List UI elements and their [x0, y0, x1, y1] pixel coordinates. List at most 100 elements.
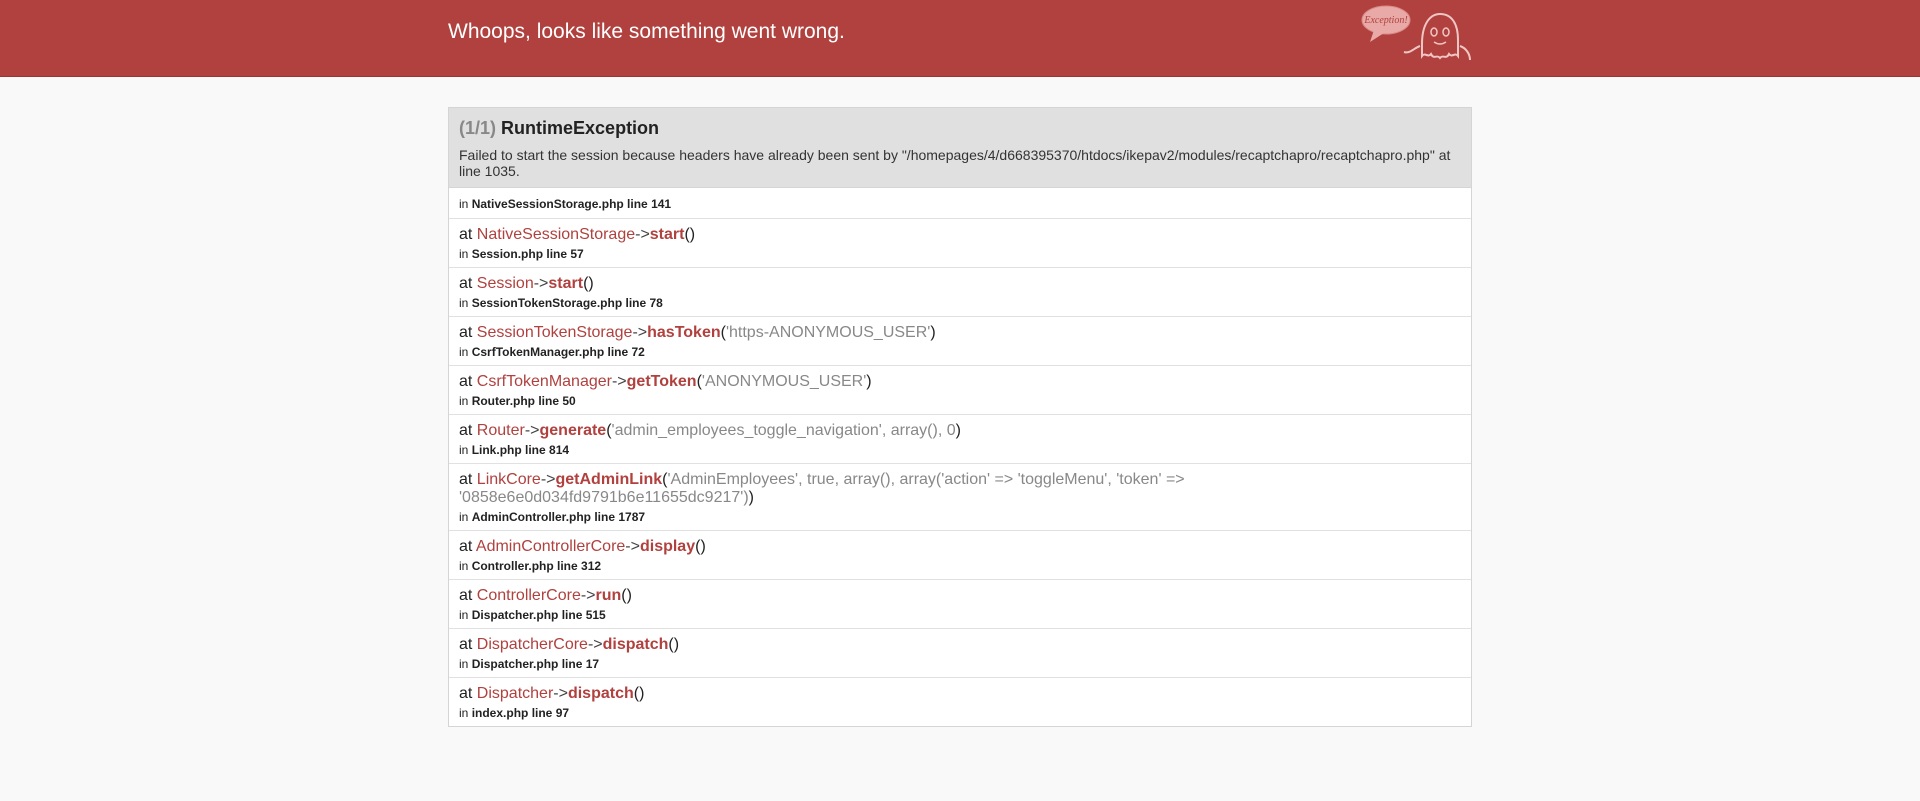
method-name: dispatch — [567, 685, 634, 702]
trace-location: in AdminController.php line 1787 — [459, 510, 1461, 524]
method-name: dispatch — [602, 636, 669, 653]
file-line: Dispatcher.php line 17 — [471, 657, 600, 671]
trace-origin-location: in NativeSessionStorage.php line 141 — [459, 197, 1461, 211]
file-line: Controller.php line 312 — [471, 559, 602, 573]
trace-frame: at CsrfTokenManager->getToken('ANONYMOUS… — [449, 366, 1471, 415]
at-label: at — [459, 275, 473, 292]
class-name: Dispatcher — [476, 685, 554, 702]
call-args: 'https-ANONYMOUS_USER' — [725, 324, 931, 341]
call-args: 'ANONYMOUS_USER' — [701, 373, 867, 390]
logo-bubble-text: Exception! — [1363, 15, 1407, 26]
method-name: run — [595, 587, 622, 604]
stack-trace: at NativeSessionStorage->start() in Sessi… — [449, 219, 1471, 726]
at-label: at — [459, 685, 473, 702]
file-line: SessionTokenStorage.php line 78 — [471, 296, 663, 310]
at-label: at — [459, 226, 473, 243]
exception-title: (1/1) RuntimeException — [459, 118, 1461, 139]
method-name: getToken — [626, 373, 697, 390]
class-name: ControllerCore — [476, 587, 581, 604]
call-arrow: -> — [632, 324, 648, 341]
method-name: hasToken — [647, 324, 721, 341]
args-close: ) — [748, 489, 754, 506]
trace-call: at NativeSessionStorage->start() — [459, 226, 1461, 244]
at-label: at — [459, 373, 473, 390]
method-name: getAdminLink — [555, 471, 663, 488]
file-line: CsrfTokenManager.php line 72 — [471, 345, 645, 359]
args-close: ) — [639, 685, 645, 702]
in-label: in — [459, 657, 469, 671]
trace-call: at Router->generate('admin_employees_tog… — [459, 422, 1461, 440]
class-name: SessionTokenStorage — [476, 324, 633, 341]
args-close: ) — [930, 324, 936, 341]
trace-frame: at AdminControllerCore->display() in Cont… — [449, 531, 1471, 580]
file-line: Dispatcher.php line 515 — [471, 608, 606, 622]
trace-call: at ControllerCore->run() — [459, 587, 1461, 605]
trace-location: in Dispatcher.php line 515 — [459, 608, 1461, 622]
file-line: Link.php line 814 — [471, 443, 570, 457]
in-label: in — [459, 296, 469, 310]
method-name: start — [548, 275, 584, 292]
class-name: NativeSessionStorage — [476, 226, 636, 243]
trace-location: in Controller.php line 312 — [459, 559, 1461, 573]
file-line: Session.php line 57 — [471, 247, 584, 261]
call-arrow: -> — [540, 471, 556, 488]
exception-message: Failed to start the session because head… — [459, 147, 1451, 179]
trace-location: in Session.php line 57 — [459, 247, 1461, 261]
trace-frame: at Session->start() in SessionTokenStorag… — [449, 268, 1471, 317]
args-close: ) — [626, 587, 632, 604]
trace-frame: at LinkCore->getAdminLink('AdminEmployee… — [449, 464, 1471, 531]
trace-frame: at NativeSessionStorage->start() in Sessi… — [449, 219, 1471, 268]
trace-frame: at SessionTokenStorage->hasToken('https-… — [449, 317, 1471, 366]
in-label: in — [459, 197, 469, 211]
args-close: ) — [588, 275, 594, 292]
method-name: display — [639, 538, 696, 555]
in-label: in — [459, 559, 469, 573]
trace-location: in SessionTokenStorage.php line 78 — [459, 296, 1461, 310]
call-arrow: -> — [611, 373, 627, 390]
trace-location: in Dispatcher.php line 17 — [459, 657, 1461, 671]
in-label: in — [459, 510, 469, 524]
call-arrow: -> — [625, 538, 640, 555]
in-label: in — [459, 608, 469, 622]
at-label: at — [459, 538, 473, 555]
in-label: in — [459, 394, 469, 408]
origin-file: NativeSessionStorage.php line 141 — [471, 197, 672, 211]
class-name: LinkCore — [476, 471, 541, 488]
call-args: 'admin_employees_toggle_navigation', arr… — [611, 422, 956, 439]
call-arrow: -> — [635, 226, 650, 243]
trace-call: at LinkCore->getAdminLink('AdminEmployee… — [459, 471, 1461, 507]
method-name: start — [649, 226, 685, 243]
trace-frame: at Dispatcher->dispatch() in index.php li… — [449, 678, 1471, 726]
trace-location: in index.php line 97 — [459, 706, 1461, 720]
in-label: in — [459, 345, 469, 359]
trace-frame: at ControllerCore->run() in Dispatcher.ph… — [449, 580, 1471, 629]
at-label: at — [459, 471, 473, 488]
exception-panel: (1/1) RuntimeException Failed to start t… — [448, 107, 1472, 727]
args-close: ) — [689, 226, 696, 243]
at-label: at — [459, 422, 473, 439]
exception-header: (1/1) RuntimeException Failed to start t… — [449, 108, 1471, 188]
call-arrow: -> — [553, 685, 568, 702]
call-arrow: -> — [587, 636, 603, 653]
page-title: Whoops, looks like something went wrong. — [448, 20, 845, 43]
file-line: Router.php line 50 — [471, 394, 576, 408]
trace-origin: in NativeSessionStorage.php line 141 — [449, 188, 1471, 219]
trace-call: at SessionTokenStorage->hasToken('https-… — [459, 324, 1461, 342]
class-name: DispatcherCore — [476, 636, 588, 653]
error-header: Whoops, looks like something went wrong.… — [0, 0, 1920, 77]
in-label: in — [459, 706, 469, 720]
trace-location: in Router.php line 50 — [459, 394, 1461, 408]
class-name: Router — [476, 422, 525, 439]
in-label: in — [459, 247, 469, 261]
trace-call: at DispatcherCore->dispatch() — [459, 636, 1461, 654]
args-close: ) — [955, 422, 961, 439]
args-close: ) — [673, 636, 680, 653]
call-arrow: -> — [533, 275, 549, 292]
class-name: Session — [476, 275, 534, 292]
trace-call: at Dispatcher->dispatch() — [459, 685, 1461, 703]
file-line: AdminController.php line 1787 — [471, 510, 646, 524]
trace-call: at Session->start() — [459, 275, 1461, 293]
call-arrow: -> — [524, 422, 540, 439]
exception-name: RuntimeException — [501, 118, 660, 138]
trace-call: at CsrfTokenManager->getToken('ANONYMOUS… — [459, 373, 1461, 391]
